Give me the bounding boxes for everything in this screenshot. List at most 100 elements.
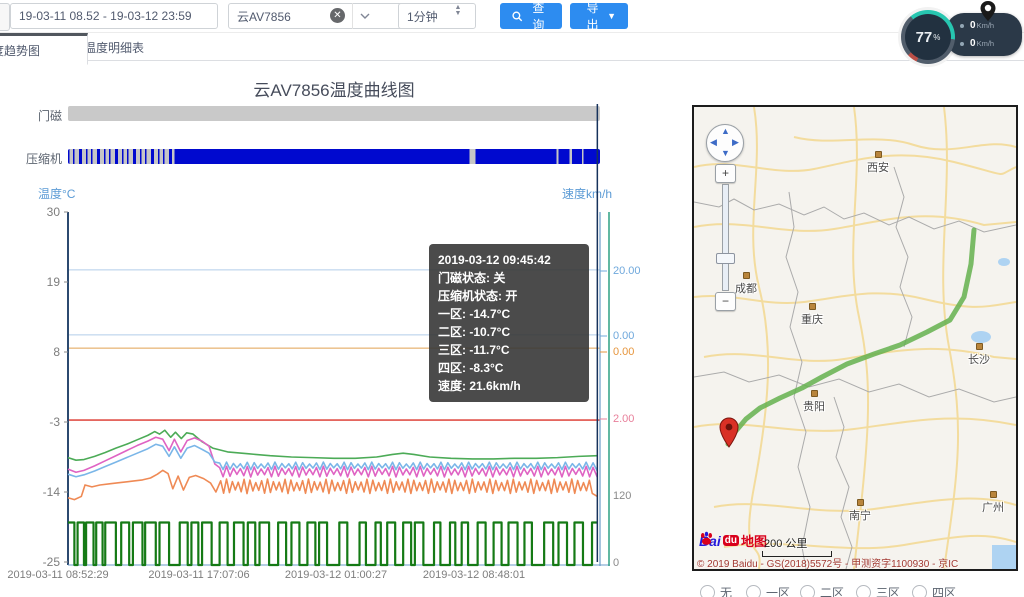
- baidu-map[interactable]: 西安成都重庆长沙贵阳南宁广州 ▲ ▼ ◀ ▶ + − Bai du 地图 200…: [692, 105, 1018, 571]
- map-city-成都: 成都: [735, 272, 757, 296]
- city-dot-icon: [857, 499, 864, 506]
- chart-tooltip: 2019-03-12 09:45:42门磁状态: 关压缩机状态: 开一区: -1…: [429, 244, 589, 402]
- city-dot-icon: [990, 491, 997, 498]
- radio-icon[interactable]: [800, 585, 815, 597]
- zoom-out-button[interactable]: −: [715, 292, 736, 311]
- map-pan-control[interactable]: ▲ ▼ ◀ ▶: [706, 124, 744, 162]
- map-city-长沙: 长沙: [968, 343, 990, 367]
- right-axis-label: 2.00: [613, 413, 634, 425]
- left-tick: 19: [26, 275, 60, 289]
- series-四区: [68, 430, 597, 460]
- right-axis-label: 0.00: [613, 330, 634, 342]
- zone-filter-label: 无: [720, 584, 732, 597]
- series-一区: [68, 470, 597, 499]
- export-label: 导出: [582, 0, 603, 33]
- series-二区: [68, 444, 597, 476]
- gauge-unit: %: [933, 33, 940, 42]
- query-button[interactable]: 查询: [500, 3, 562, 29]
- left-tick: 30: [26, 205, 60, 219]
- date-range-input[interactable]: 19-03-11 08.52 - 19-03-12 23:59: [10, 3, 218, 29]
- clear-vehicle-icon[interactable]: ✕: [330, 8, 345, 23]
- zone-filter-无[interactable]: 无: [700, 584, 732, 597]
- caret-down-icon: ▼: [607, 11, 616, 21]
- map-city-南宁: 南宁: [849, 499, 871, 523]
- radio-icon[interactable]: [856, 585, 871, 597]
- city-dot-icon: [809, 303, 816, 310]
- zone-filter-label: 四区: [932, 584, 956, 597]
- compressor-status-bar[interactable]: [68, 149, 600, 164]
- vehicle-select[interactable]: 云AV7856: [228, 3, 418, 29]
- tab-label: 温度趋势图: [0, 42, 40, 59]
- query-label: 查询: [527, 0, 550, 33]
- right-axis-label: 20.00: [613, 265, 641, 277]
- radio-icon[interactable]: [700, 585, 715, 597]
- city-dot-icon: [743, 272, 750, 279]
- city-dot-icon: [976, 343, 983, 350]
- right-axis-label: 0.00: [613, 346, 634, 358]
- zone-filter-四区[interactable]: 四区: [912, 584, 956, 597]
- right-axis-title: 速度km/h: [562, 185, 612, 202]
- series-速度: [68, 523, 597, 566]
- tooltip-line: 二区: -10.7°C: [438, 323, 580, 341]
- left-axis-title: 温度°C: [38, 185, 75, 202]
- series-三区: [68, 437, 597, 477]
- baidu-paw-icon: [699, 531, 714, 546]
- left-tick: -14: [26, 485, 60, 499]
- zoom-slider-handle[interactable]: [716, 253, 735, 264]
- speed-value: 0: [970, 38, 976, 49]
- chevron-down-icon[interactable]: [352, 3, 377, 29]
- x-axis-label: 2019-03-12 01:00:27: [271, 569, 401, 581]
- map-city-重庆: 重庆: [801, 303, 823, 327]
- zone-filter-一区[interactable]: 一区: [746, 584, 790, 597]
- right-axis-label: 120: [613, 490, 631, 502]
- city-dot-icon: [811, 390, 818, 397]
- right-axis-label: 0: [613, 557, 619, 569]
- app-root: { "toolbar": { "date_range": "19-03-11 0…: [0, 0, 1024, 597]
- map-city-广州: 广州: [982, 491, 1004, 515]
- tooltip-line: 速度: 21.6km/h: [438, 377, 580, 395]
- zone-filter-三区[interactable]: 三区: [856, 584, 900, 597]
- door-status-bar[interactable]: [68, 106, 600, 121]
- x-axis-label: 2019-03-11 17:07:06: [134, 569, 264, 581]
- tooltip-line: 压缩机状态: 开: [438, 287, 580, 305]
- chart-title: 云AV7856温度曲线图: [68, 76, 600, 101]
- location-pin-icon[interactable]: [977, 0, 999, 29]
- calendar-icon[interactable]: [0, 3, 10, 31]
- baidu-logo-du: du: [723, 535, 739, 546]
- tooltip-line: 四区: -8.3°C: [438, 359, 580, 377]
- zone-filter-label: 一区: [766, 584, 790, 597]
- tooltip-line: 一区: -14.7°C: [438, 305, 580, 323]
- left-tick: 8: [26, 345, 60, 359]
- interval-select[interactable]: 1分钟: [398, 3, 476, 29]
- tooltip-line: 2019-03-12 09:45:42: [438, 251, 580, 269]
- radio-icon[interactable]: [912, 585, 927, 597]
- speed-unit: Km/h: [977, 39, 995, 48]
- tooltip-line: 门磁状态: 关: [438, 269, 580, 287]
- export-button[interactable]: 导出 ▼: [570, 3, 628, 29]
- map-city-西安: 西安: [867, 151, 889, 175]
- city-dot-icon: [875, 151, 882, 158]
- pan-right-icon[interactable]: ▶: [732, 137, 739, 148]
- bullet-icon: [960, 42, 964, 46]
- gauge-percent[interactable]: 77%: [905, 14, 951, 60]
- tooltip-line: 三区: -11.7°C: [438, 341, 580, 359]
- zoom-slider-track[interactable]: [722, 184, 729, 291]
- bullet-icon: [960, 24, 964, 28]
- x-axis-label: 2019-03-11 08:52:29: [0, 569, 123, 581]
- speed-row: 0 Km/h: [960, 38, 994, 49]
- map-city-贵阳: 贵阳: [803, 390, 825, 414]
- tab-temperature-trend[interactable]: 温度趋势图: [0, 33, 88, 65]
- left-tick: -25: [26, 555, 60, 569]
- stepper-arrows-icon[interactable]: ▲▼: [452, 5, 464, 17]
- zoom-in-button[interactable]: +: [715, 164, 736, 183]
- zone-filter-label: 二区: [820, 584, 844, 597]
- radio-icon[interactable]: [746, 585, 761, 597]
- pan-up-icon[interactable]: ▲: [721, 126, 730, 136]
- speed-value: 0: [970, 20, 976, 31]
- compressor-bar-label: 压缩机: [2, 150, 62, 167]
- search-icon: [512, 11, 523, 22]
- pan-left-icon[interactable]: ◀: [710, 137, 717, 148]
- map-scale-text: 200 公里: [764, 535, 807, 551]
- zone-filter-二区[interactable]: 二区: [800, 584, 844, 597]
- pan-down-icon[interactable]: ▼: [721, 148, 730, 158]
